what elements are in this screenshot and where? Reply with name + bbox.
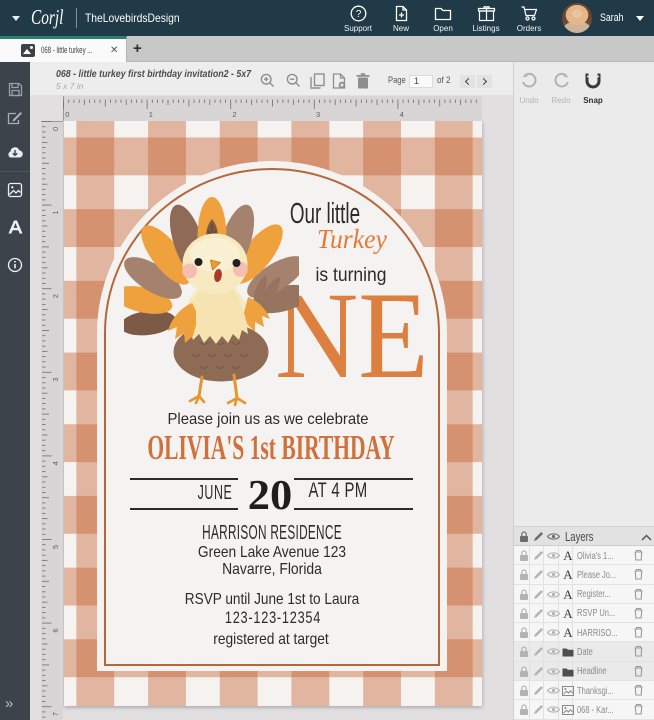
svg-text:7: 7 bbox=[51, 712, 60, 716]
svg-text:1: 1 bbox=[149, 110, 153, 119]
svg-text:1: 1 bbox=[51, 210, 60, 214]
svg-text:4: 4 bbox=[400, 110, 404, 119]
svg-text:4: 4 bbox=[51, 461, 60, 465]
svg-text:5: 5 bbox=[51, 545, 60, 549]
svg-text:?: ? bbox=[355, 9, 361, 20]
svg-text:3: 3 bbox=[316, 110, 320, 119]
svg-text:2: 2 bbox=[232, 110, 236, 119]
svg-text:2: 2 bbox=[51, 294, 60, 298]
svg-text:6: 6 bbox=[51, 628, 60, 632]
svg-text:0: 0 bbox=[65, 110, 69, 119]
svg-text:3: 3 bbox=[51, 378, 60, 382]
svg-text:0: 0 bbox=[51, 127, 60, 131]
